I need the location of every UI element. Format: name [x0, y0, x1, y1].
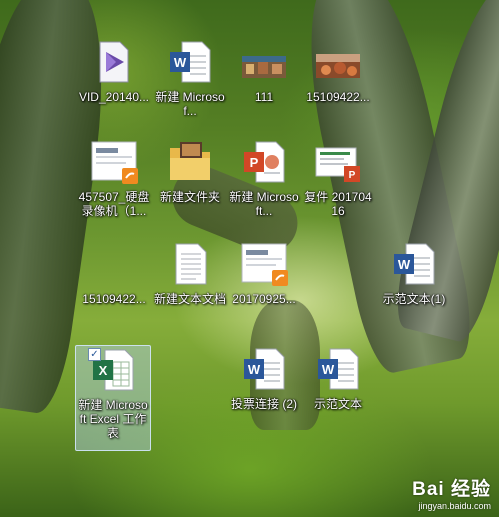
- desktop-icon-video[interactable]: VID_20140...: [76, 38, 152, 104]
- desktop-icon-label: 新建 Microsoft Excel 工作表: [78, 398, 148, 440]
- image-thumbnail-icon: [316, 54, 360, 78]
- word-doc-icon: W: [394, 243, 435, 285]
- watermark-url: jingyan.baidu.com: [418, 501, 491, 511]
- powerpoint-doc-icon: P: [244, 141, 285, 183]
- text-file-icon: [175, 243, 207, 285]
- powerpoint-doc-icon: P: [315, 147, 360, 182]
- desktop-icon-image-15109422[interactable]: 15109422...: [300, 38, 376, 104]
- desktop-icon-file-15109422[interactable]: 15109422...: [76, 240, 152, 306]
- desktop-icon-label: 15109422...: [306, 90, 370, 104]
- desktop-icon-20170925[interactable]: 20170925...: [226, 240, 302, 306]
- desktop-icon-text-doc[interactable]: 新建文本文档: [152, 240, 228, 306]
- desktop-icon-copy-ppt[interactable]: P 复件 20170416: [300, 138, 376, 218]
- word-doc-icon: W: [244, 348, 285, 390]
- svg-text:W: W: [174, 55, 187, 70]
- desktop-icon-word-doc[interactable]: W 新建 Microsof...: [152, 38, 228, 118]
- desktop-icon-recorder[interactable]: 457507_硬盘录像机（1...: [76, 138, 152, 218]
- desktop-icon-label: 新建 Microsoft...: [229, 190, 299, 218]
- video-file-icon: [99, 41, 129, 83]
- desktop-icon-label: 457507_硬盘录像机（1...: [78, 190, 150, 218]
- desktop-icon-label: 新建文件夹: [159, 190, 220, 204]
- desktop-icon-vote-link[interactable]: W 投票连接 (2): [226, 345, 302, 411]
- svg-text:P: P: [349, 170, 356, 181]
- desktop-icon-label: 复件 20170416: [304, 190, 372, 218]
- word-doc-icon: W: [170, 41, 211, 83]
- desktop-icon-label: 示范文本: [313, 397, 362, 411]
- baidu-jingyan-watermark: Bai 经验 jingyan.baidu.com: [412, 474, 491, 511]
- desktop-icon-sample-text[interactable]: W 示范文本: [300, 345, 376, 411]
- desktop-icon-excel-selected[interactable]: ✓ X 新建 Microsoft Excel 工作表: [75, 345, 151, 451]
- desktop-icon-label: 示范文本(1): [382, 292, 446, 306]
- desktop-icon-image-111[interactable]: 111: [226, 38, 302, 104]
- desktop-icon-powerpoint-doc[interactable]: P 新建 Microsoft...: [226, 138, 302, 218]
- svg-text:P: P: [250, 155, 259, 170]
- desktop-icon-new-folder[interactable]: 新建文件夹: [152, 138, 228, 204]
- desktop-wallpaper: VID_20140... W 新建 Microsof... 111 151094…: [0, 0, 499, 517]
- image-thumbnail-icon: [242, 56, 286, 78]
- svg-text:W: W: [398, 257, 411, 272]
- folder-icon: [170, 142, 210, 180]
- watermark-brand: Bai 经验: [412, 479, 491, 500]
- shortcut-document-icon: [241, 243, 288, 286]
- video-recorder-shortcut-icon: [91, 141, 138, 184]
- desktop-icon-label: 新建 Microsof...: [155, 90, 225, 118]
- blank-file-icon: [90, 240, 138, 288]
- desktop-icon-label: 投票连接 (2): [230, 397, 297, 411]
- desktop-icon-label: VID_20140...: [78, 90, 150, 104]
- svg-text:W: W: [248, 362, 261, 377]
- desktop-icon-label: 新建文本文档: [154, 292, 227, 306]
- desktop-icon-label: 111: [254, 90, 274, 104]
- word-doc-icon: W: [318, 348, 359, 390]
- desktop-icon-label: 15109422...: [82, 292, 146, 306]
- selection-checkbox-icon[interactable]: ✓: [88, 348, 101, 361]
- desktop-icon-sample-text-1[interactable]: W 示范文本(1): [376, 240, 452, 306]
- svg-text:W: W: [322, 362, 335, 377]
- svg-text:X: X: [99, 363, 108, 378]
- desktop-icon-label: 20170925...: [232, 292, 296, 306]
